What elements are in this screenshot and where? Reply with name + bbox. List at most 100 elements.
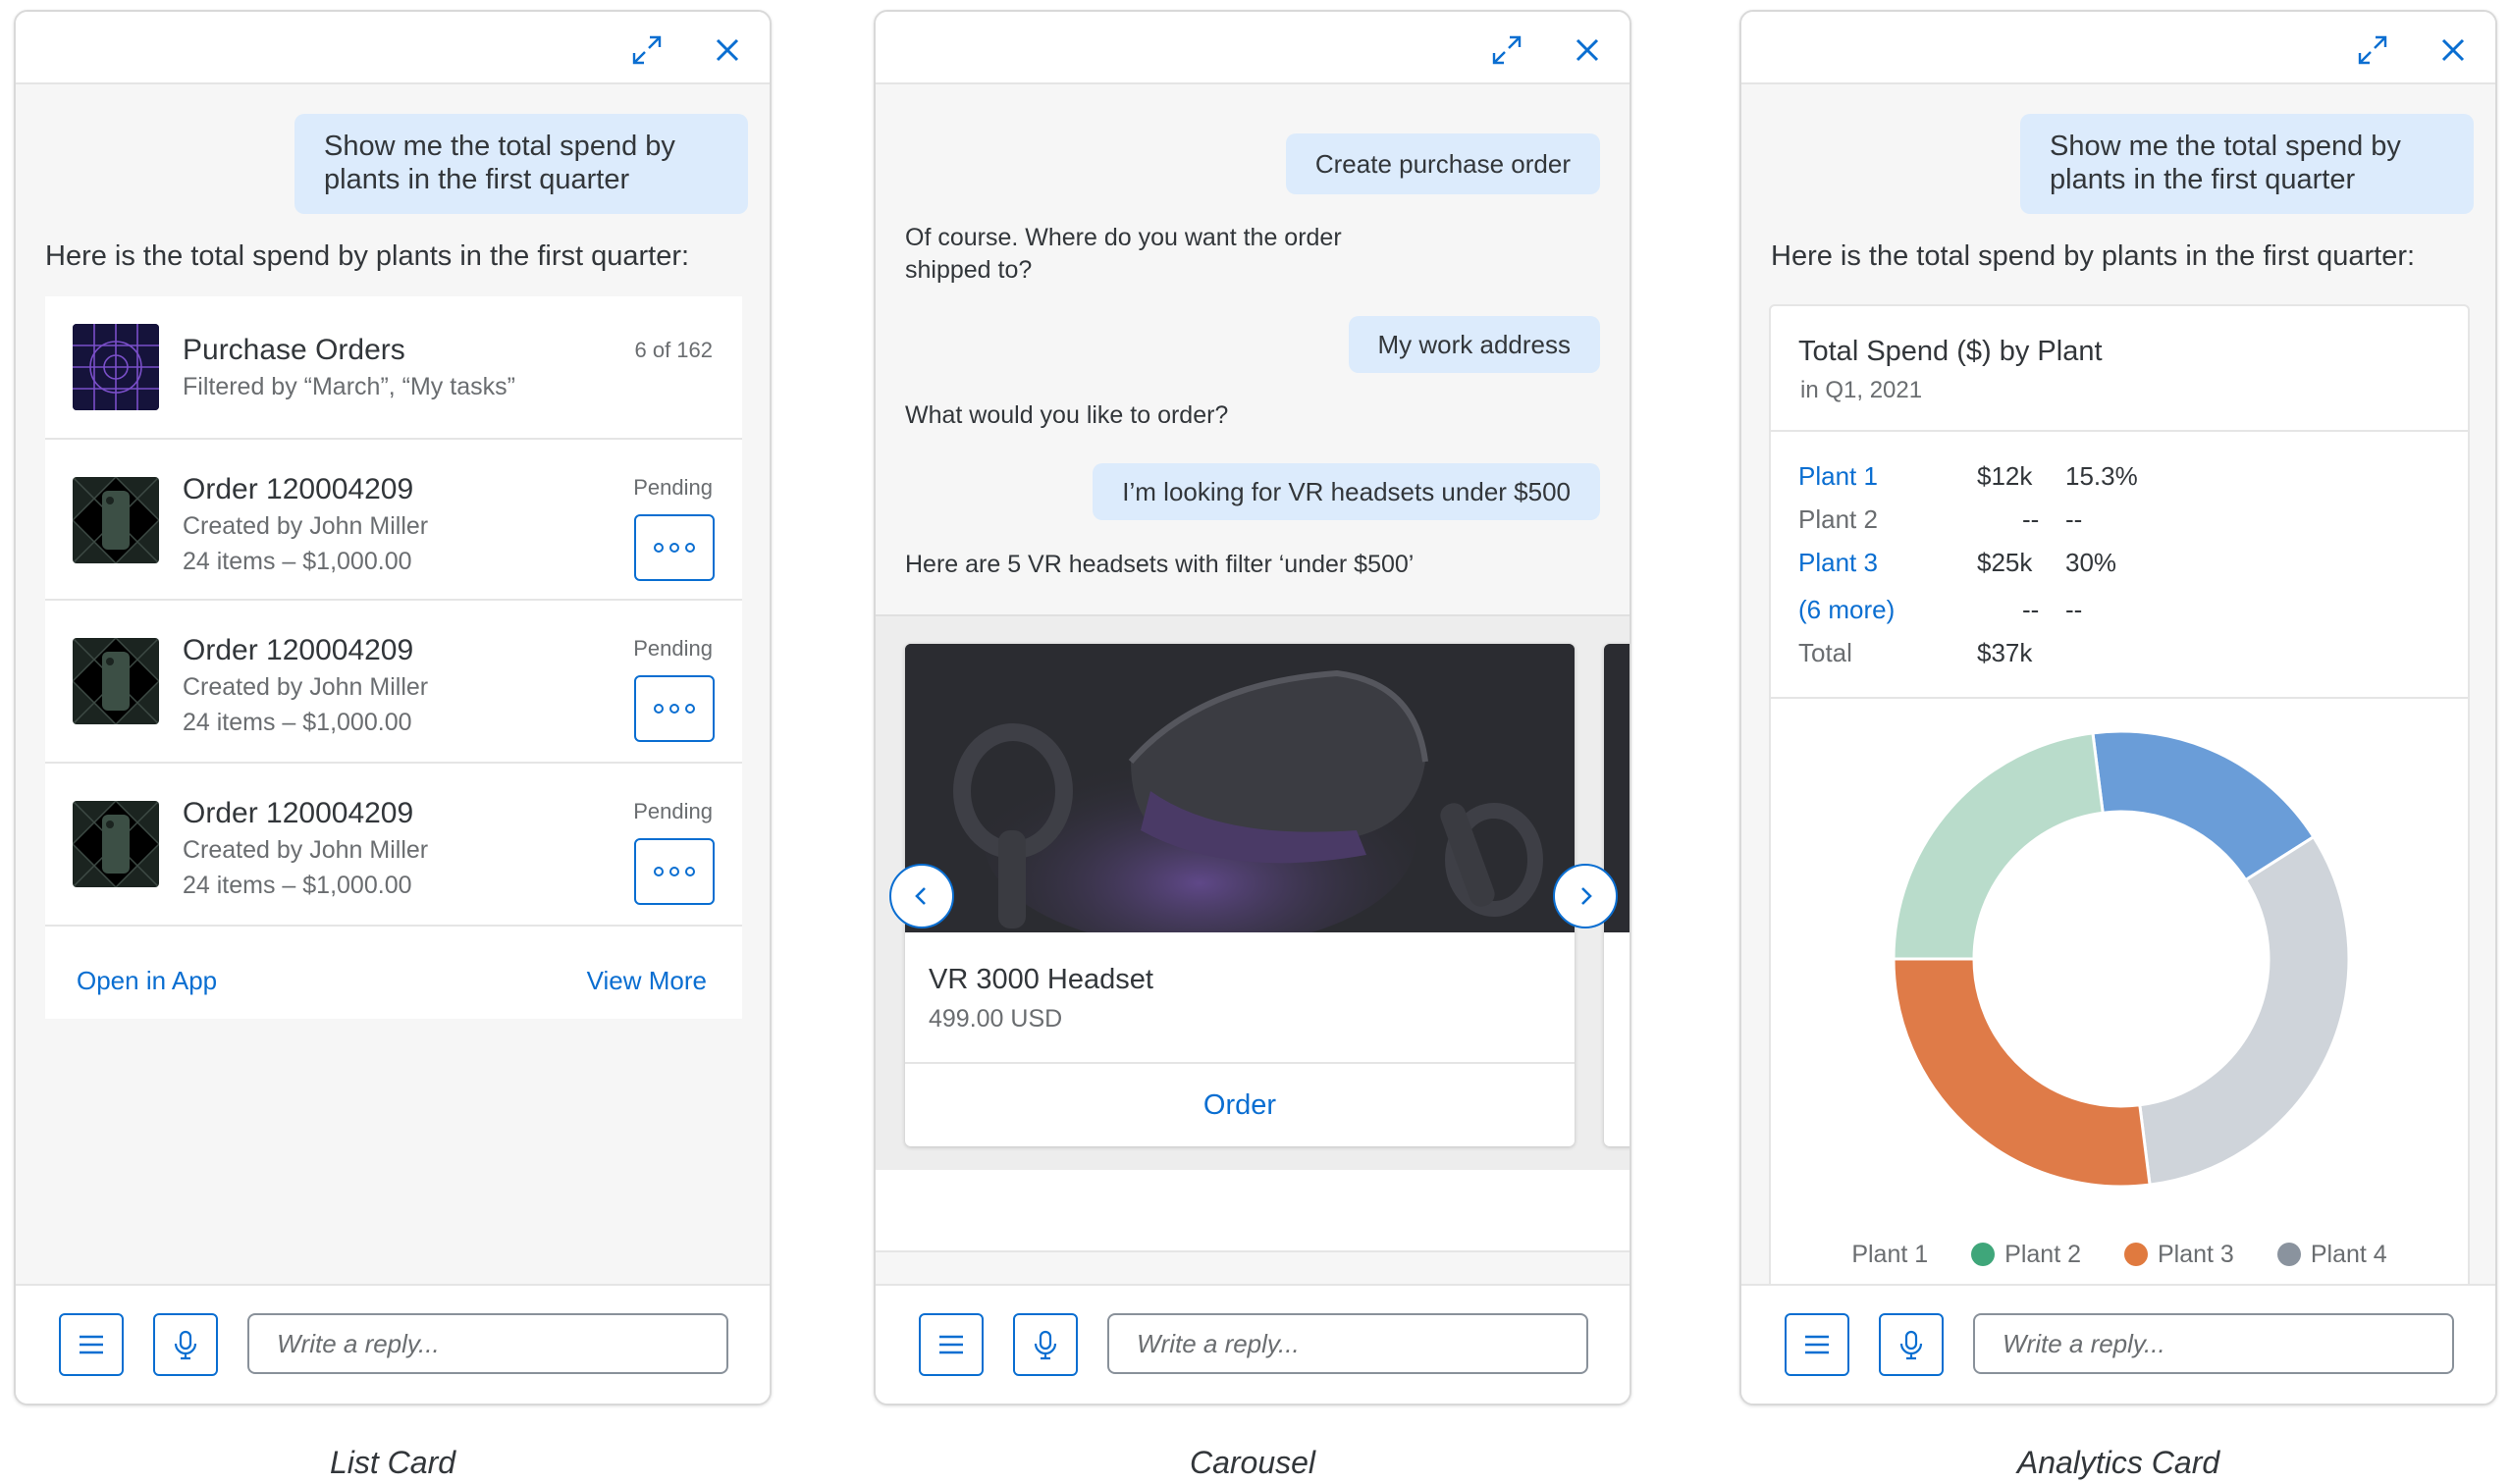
microphone-icon — [1034, 1330, 1057, 1360]
menu-button[interactable] — [919, 1313, 984, 1376]
list-item-summary: 24 items – $1,000.00 — [183, 872, 412, 899]
bot-message: What would you like to order? — [905, 401, 1229, 429]
order-button[interactable]: Order — [905, 1064, 1575, 1146]
panel-header — [16, 12, 770, 84]
microphone-icon — [1899, 1330, 1923, 1360]
product-carousel: VR 3000 Headset 499.00 USD Order — [876, 614, 1629, 1170]
row-value: $12k — [1977, 461, 2033, 491]
menu-button[interactable] — [1785, 1313, 1849, 1376]
microphone-button[interactable] — [153, 1313, 218, 1376]
purchase-orders-thumbnail — [73, 324, 159, 410]
user-message-bubble: My work address — [1348, 316, 1600, 373]
expand-icon[interactable] — [2356, 33, 2389, 67]
total-label: Total — [1798, 638, 1852, 667]
carousel-panel: Create purchase order Of course. Where d… — [874, 10, 1631, 1405]
bot-message: Here is the total spend by plants in the… — [45, 240, 690, 272]
close-icon[interactable] — [711, 33, 744, 67]
product-name: VR 3000 Headset — [929, 964, 1153, 995]
row-percent: 15.3% — [2065, 461, 2138, 491]
panel-footer — [16, 1284, 770, 1404]
phone-thumbnail — [73, 801, 159, 887]
more-actions-button[interactable] — [634, 838, 715, 905]
row-label-link[interactable]: Plant 3 — [1798, 548, 1878, 578]
legend-dot — [2276, 1243, 2301, 1266]
bot-message: Here are 5 VR headsets with filter ‘unde… — [905, 551, 1415, 578]
microphone-button[interactable] — [1879, 1313, 1944, 1376]
message-spacer — [876, 1170, 1629, 1252]
chart-title: Total Spend ($) by Plant — [1798, 336, 2103, 367]
user-message-bubble: Show me the total spend by plants in the… — [294, 114, 748, 214]
list-item-created: Created by John Miller — [183, 512, 429, 540]
legend-dot — [2124, 1243, 2148, 1266]
row-label-link[interactable]: Plant 1 — [1798, 461, 1878, 492]
more-actions-button[interactable] — [634, 675, 715, 742]
microphone-button[interactable] — [1013, 1313, 1078, 1376]
view-more-link[interactable]: View More — [587, 966, 707, 996]
list-card-header[interactable]: Purchase Orders Filtered by “March”, “My… — [45, 296, 742, 440]
user-message-text: Create purchase order — [1314, 149, 1571, 179]
list-card-caption: List Card — [329, 1445, 456, 1480]
panel-header — [1741, 12, 2495, 84]
analytics-card: Total Spend ($) by Plant in Q1, 2021 Pla… — [1769, 304, 2470, 1296]
donut-slice-plant-3[interactable] — [1892, 957, 2152, 1189]
analytics-card-caption: Analytics Card — [2016, 1445, 2220, 1480]
analytics-card-header[interactable]: Total Spend ($) by Plant in Q1, 2021 — [1771, 306, 2468, 432]
panel-footer — [876, 1284, 1629, 1404]
vr-headset-image — [905, 644, 1575, 948]
legend-item[interactable]: Plant 2 — [1971, 1233, 2081, 1276]
legend-dot — [1971, 1243, 1996, 1266]
user-message-text: I’m looking for VR headsets under $500 — [1122, 477, 1571, 506]
row-percent: -- — [2065, 504, 2083, 534]
list-item[interactable]: Order 120004209 Created by John Miller 2… — [45, 764, 742, 927]
row-label: Plant 2 — [1798, 504, 1878, 534]
carousel-caption: Carousel — [1189, 1445, 1316, 1480]
list-item[interactable]: Order 120004209 Created by John Miller 2… — [45, 601, 742, 764]
analytics-card-panel: Show me the total spend by plants in the… — [1739, 10, 2497, 1405]
row-value: $25k — [1977, 548, 2033, 577]
reply-input[interactable] — [247, 1313, 728, 1374]
list-item-title: Order 120004209 — [183, 473, 414, 505]
menu-icon — [1805, 1335, 1829, 1354]
list-item[interactable]: Order 120004209 Created by John Miller 2… — [45, 440, 742, 601]
menu-button[interactable] — [59, 1313, 124, 1376]
legend-item[interactable]: Plant 4 — [2276, 1233, 2387, 1276]
reply-input[interactable] — [1973, 1313, 2454, 1374]
reply-input[interactable] — [1107, 1313, 1588, 1374]
donut-slice-plant-2[interactable] — [1892, 731, 2105, 961]
product-price: 499.00 USD — [929, 1005, 1063, 1033]
list-item-created: Created by John Miller — [183, 836, 429, 864]
list-header-subtitle: Filtered by “March”, “My tasks” — [183, 373, 515, 400]
chevron-left-icon — [915, 887, 926, 905]
list-header-title: Purchase Orders — [183, 334, 405, 366]
donut-chart — [1892, 729, 2351, 1189]
microphone-icon — [174, 1330, 197, 1360]
list-item-summary: 24 items – $1,000.00 — [183, 709, 412, 736]
phone-thumbnail — [73, 477, 159, 563]
user-message-text: Show me the total spend by plants in the… — [2050, 131, 2401, 195]
expand-icon[interactable] — [630, 33, 664, 67]
legend-item[interactable]: Plant 3 — [2124, 1233, 2234, 1276]
carousel-next-button[interactable] — [1553, 864, 1618, 928]
expand-icon[interactable] — [1490, 33, 1523, 67]
user-message-bubble: I’m looking for VR headsets under $500 — [1093, 463, 1600, 520]
chart-subtitle: in Q1, 2021 — [1800, 377, 1923, 403]
legend-label: Plant 3 — [2158, 1240, 2234, 1268]
legend-item[interactable]: Plant 1 — [1851, 1233, 1928, 1276]
more-actions-button[interactable] — [634, 514, 715, 581]
more-rows-link[interactable]: (6 more) — [1798, 595, 1895, 625]
row-value: -- — [2022, 595, 2040, 624]
chart-legend: Plant 1 Plant 2 Plant 3 Plant 4 — [1771, 1233, 2468, 1276]
list-item-status: Pending — [633, 799, 713, 823]
bot-message: Of course. Where do you want the order s… — [905, 224, 1342, 284]
close-icon[interactable] — [1571, 33, 1604, 67]
carousel-prev-button[interactable] — [889, 864, 954, 928]
product-card[interactable]: VR 3000 Headset 499.00 USD Order — [905, 644, 1575, 1146]
user-message-text: My work address — [1377, 330, 1572, 359]
menu-icon — [80, 1335, 103, 1354]
list-item-status: Pending — [633, 475, 713, 500]
open-in-app-link[interactable]: Open in App — [77, 966, 217, 996]
close-icon[interactable] — [2436, 33, 2470, 67]
legend-label: Plant 2 — [2004, 1240, 2081, 1268]
donut-slice-plant-4[interactable] — [2138, 834, 2351, 1187]
user-message-bubble: Show me the total spend by plants in the… — [2020, 114, 2474, 214]
